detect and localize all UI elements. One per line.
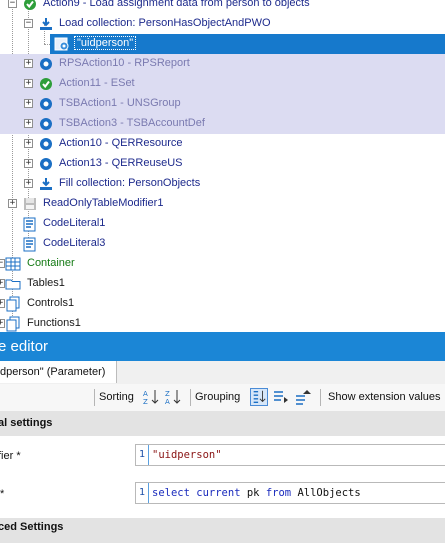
editor-panel-title: e editor — [0, 332, 445, 361]
tree-row-tsbaction1[interactable]: + TSBAction1 - UNSGroup — [0, 94, 445, 114]
tree-row-tsbaction3[interactable]: + TSBAction3 - TSBAccountDef — [0, 114, 445, 134]
svg-text:Z: Z — [165, 390, 170, 398]
tree-row-tables1[interactable]: + Tables1 — [0, 274, 445, 294]
svg-text:A: A — [143, 390, 148, 398]
object-tree[interactable]: − Action9 - Load assignment data from pe… — [0, 0, 445, 332]
tree-row-action9[interactable]: − Action9 - Load assignment data from pe… — [0, 0, 445, 14]
gear-icon — [40, 158, 52, 170]
line-number: 1 — [136, 445, 149, 465]
line-number: 1 — [136, 483, 149, 503]
tree-row-parameter-uidperson[interactable]: "uidperson" — [50, 34, 445, 54]
editor-toolbar: Sorting A Z Z A Grouping Show extension … — [0, 384, 445, 412]
container-grid-icon — [5, 257, 21, 271]
tree-label: ReadOnlyTableModifier1 — [43, 197, 164, 209]
gear-icon — [40, 98, 52, 110]
group-expand-icon[interactable] — [272, 388, 290, 406]
load-collection-icon — [40, 18, 52, 30]
tree-label: CodeLiteral1 — [43, 217, 106, 229]
tree-row-action13[interactable]: + Action13 - QERReuseUS — [0, 154, 445, 174]
expand-toggle[interactable]: + — [24, 139, 33, 148]
tree-label: Container — [27, 257, 75, 269]
grouping-label: Grouping — [195, 391, 241, 403]
load-collection-icon — [40, 178, 52, 190]
gear-icon — [40, 58, 52, 70]
tree-row-rpsaction10[interactable]: + RPSAction10 - RPSReport — [0, 54, 445, 74]
collapse-toggle[interactable]: − — [8, 0, 17, 8]
svg-text:A: A — [165, 398, 170, 406]
tree-row-codeliteral3[interactable]: CodeLiteral3 — [0, 234, 445, 254]
tree-row-readonlytablemodifier[interactable]: + ReadOnlyTableModifier1 — [0, 194, 445, 214]
tree-row-container[interactable]: − Container — [0, 254, 445, 274]
code-literal-icon — [23, 237, 36, 252]
tree-row-controls1[interactable]: + Controls1 — [0, 294, 445, 314]
tree-row-action11[interactable]: + Action11 - ESet — [0, 74, 445, 94]
tree-label: Functions1 — [27, 317, 81, 329]
tree-label: Action11 - ESet — [59, 77, 135, 89]
value-code-text: select current pk from AllObjects — [152, 487, 361, 499]
tree-label: Action13 - QERReuseUS — [59, 157, 183, 169]
collapse-toggle[interactable]: − — [24, 19, 33, 28]
expand-toggle[interactable]: + — [24, 79, 33, 88]
tree-label: Action10 - QERResource — [59, 137, 183, 149]
tree-label: Tables1 — [27, 277, 65, 289]
pages-icon — [6, 296, 20, 312]
tree-label: Action9 - Load assignment data from pers… — [43, 0, 310, 9]
toolbar-separator — [94, 389, 95, 406]
group-collapse-icon[interactable] — [294, 388, 312, 406]
tree-row-functions1[interactable]: + Functions1 — [0, 314, 445, 332]
sort-descending-icon[interactable]: Z A — [164, 388, 182, 406]
identifier-code-text: "uidperson" — [152, 449, 222, 461]
check-green-icon — [40, 78, 52, 90]
tree-label: CodeLiteral3 — [43, 237, 106, 249]
identifier-field-label: fier * — [0, 450, 21, 462]
tree-row-load-collection[interactable]: − Load collection: PersonHasObjectAndPWO — [0, 14, 445, 34]
tree-label: Load collection: PersonHasObjectAndPWO — [59, 17, 271, 29]
identifier-code-field[interactable]: 1 "uidperson" — [135, 444, 445, 466]
tree-row-action10[interactable]: + Action10 - QERResource — [0, 134, 445, 154]
tree-label: Fill collection: PersonObjects — [59, 177, 201, 189]
tree-label: TSBAction3 - TSBAccountDef — [59, 117, 205, 129]
code-literal-icon — [23, 217, 36, 232]
toolbar-separator — [190, 389, 191, 406]
section-general-label: al settings — [0, 417, 53, 429]
folder-icon — [5, 279, 21, 290]
tree-row-fill-collection[interactable]: + Fill collection: PersonObjects — [0, 174, 445, 194]
tab-parameter[interactable]: dperson" (Parameter) — [0, 361, 117, 383]
check-green-icon — [24, 0, 36, 10]
section-advanced-label: ced Settings — [0, 521, 64, 533]
disk-icon — [24, 198, 36, 210]
editor-title-text: e editor — [0, 338, 49, 355]
svg-text:Z: Z — [143, 398, 148, 406]
expand-toggle[interactable]: + — [24, 119, 33, 128]
expand-toggle[interactable]: + — [24, 179, 33, 188]
expand-toggle[interactable]: + — [24, 99, 33, 108]
group-by-category-icon[interactable] — [250, 388, 268, 406]
tree-label: RPSAction10 - RPSReport — [59, 57, 190, 69]
expand-toggle[interactable]: + — [8, 199, 17, 208]
tree-row-codeliteral1[interactable]: CodeLiteral1 — [0, 214, 445, 234]
tree-label: TSBAction1 - UNSGroup — [59, 97, 181, 109]
editor-tabbar: dperson" (Parameter) — [0, 361, 445, 385]
tree-label: "uidperson" — [74, 36, 137, 50]
parameter-icon — [54, 37, 69, 51]
sort-ascending-icon[interactable]: A Z — [142, 388, 160, 406]
gear-icon — [40, 118, 52, 130]
expand-toggle[interactable]: + — [24, 159, 33, 168]
show-extension-values-label[interactable]: Show extension values — [328, 391, 441, 403]
tree-label: Controls1 — [27, 297, 75, 309]
sorting-label: Sorting — [99, 391, 134, 403]
expand-toggle[interactable]: + — [24, 59, 33, 68]
value-code-field[interactable]: 1 select current pk from AllObjects — [135, 482, 445, 504]
value-field-label: * — [0, 488, 5, 500]
toolbar-separator — [320, 389, 321, 406]
pages-icon — [6, 316, 20, 332]
section-advanced-settings[interactable]: ced Settings — [0, 518, 445, 543]
section-general-settings[interactable]: al settings — [0, 411, 445, 436]
gear-icon — [40, 138, 52, 150]
